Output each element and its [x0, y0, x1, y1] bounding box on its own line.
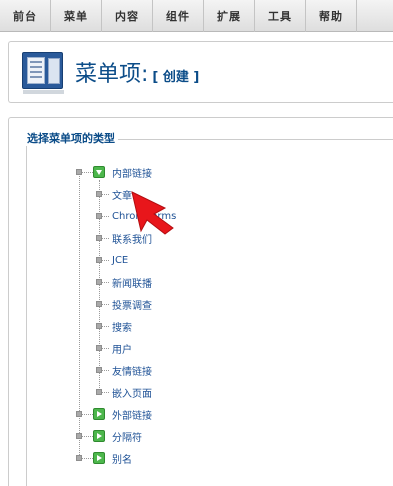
tree-node-label: 用户	[112, 344, 132, 356]
tree-node-label: 分隔符	[112, 432, 142, 444]
menu-content[interactable]: 内容	[102, 0, 153, 32]
tree-branch	[102, 348, 109, 349]
tree-node-newsfeeds[interactable]: 新闻联播	[112, 274, 152, 290]
menu-components[interactable]: 组件	[153, 0, 204, 32]
menu-tools[interactable]: 工具	[255, 0, 306, 32]
tree-node-jce[interactable]: JCE	[112, 252, 128, 268]
header-panel: 菜单项:[ 创建 ]	[8, 41, 393, 103]
tree-branch	[82, 414, 93, 415]
tree-branch	[82, 172, 93, 173]
tree-node-search[interactable]: 搜索	[112, 318, 132, 334]
menu-extensions[interactable]: 扩展	[204, 0, 255, 32]
menu-menus[interactable]: 菜单	[51, 0, 102, 32]
tree-branch	[102, 326, 109, 327]
page-title: 菜单项:[ 创建 ]	[75, 56, 199, 88]
tree-branch	[102, 304, 109, 305]
menu-manager-icon	[22, 52, 64, 94]
menu-frontpage[interactable]: 前台	[0, 0, 51, 32]
folder-closed-icon[interactable]	[93, 452, 105, 464]
tree-node-label: 投票调查	[112, 300, 152, 312]
tree-node-label: 内部链接	[112, 168, 152, 180]
folder-closed-icon[interactable]	[93, 408, 105, 420]
tree-node-label: JCE	[112, 254, 129, 266]
page-subtitle: [ 创建 ]	[152, 70, 200, 85]
tree-branch	[102, 238, 109, 239]
tree-branch	[102, 260, 109, 261]
icon-shelf	[48, 58, 60, 84]
section-legend: 选择菜单项的类型	[24, 130, 118, 146]
tree-branch	[102, 216, 109, 217]
tree-node-polls[interactable]: 投票调查	[112, 296, 152, 312]
tree-node-external-links[interactable]: 外部链接	[112, 406, 152, 422]
tree-branch	[82, 458, 93, 459]
tree-branch	[102, 370, 109, 371]
tree-branch	[102, 194, 109, 195]
menu-help[interactable]: 帮助	[306, 0, 357, 32]
tree-node-weblinks[interactable]: 友情链接	[112, 362, 152, 378]
tree-node-label: 搜索	[112, 322, 132, 334]
tree-node-user[interactable]: 用户	[112, 340, 132, 356]
tree-node-label: 外部链接	[112, 410, 152, 422]
tree-branch	[82, 436, 93, 437]
tree-node-alias[interactable]: 别名	[112, 450, 132, 466]
tree-node-internal-links[interactable]: 内部链接	[112, 164, 152, 180]
tree-node-label: 新闻联播	[112, 278, 152, 290]
page-title-text: 菜单项:	[75, 62, 149, 87]
tree-branch	[102, 392, 109, 393]
top-menu-bar: 前台 菜单 内容 组件 扩展 工具 帮助	[0, 0, 393, 32]
tree-branch	[102, 282, 109, 283]
tree-node-label: 嵌入页面	[112, 388, 152, 400]
red-pointer-arrow-icon	[131, 191, 174, 235]
icon-shadow	[23, 90, 64, 94]
icon-page	[27, 57, 45, 84]
tree-node-label: 别名	[112, 454, 132, 466]
tree-node-label: 友情链接	[112, 366, 152, 378]
tree-node-separator[interactable]: 分隔符	[112, 428, 142, 444]
folder-open-icon[interactable]	[93, 166, 105, 178]
folder-closed-icon[interactable]	[93, 430, 105, 442]
tree-node-wrapper[interactable]: 嵌入页面	[112, 384, 152, 400]
main-panel	[8, 117, 393, 486]
tree-child-line	[99, 180, 100, 392]
